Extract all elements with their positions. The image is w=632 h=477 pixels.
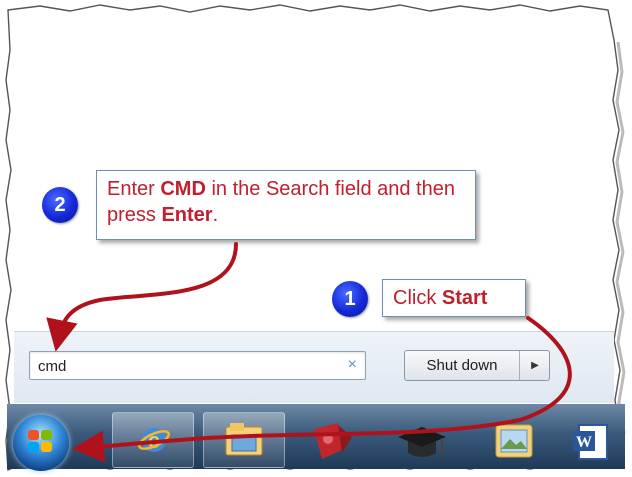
step-2-badge: 2 bbox=[42, 187, 78, 223]
shut-down-label[interactable]: Shut down bbox=[405, 351, 520, 380]
shut-down-options-arrow-icon[interactable]: ▶ bbox=[521, 351, 549, 380]
step-1-badge: 1 bbox=[332, 281, 368, 317]
callout-2-bold-enter: Enter bbox=[161, 204, 213, 226]
folder-image-icon bbox=[495, 424, 533, 458]
word-letter: W bbox=[576, 434, 592, 451]
callout-step-1: Click Start bbox=[382, 279, 526, 317]
callout-2-text-post: . bbox=[212, 204, 219, 226]
taskbar-item-word[interactable]: W bbox=[560, 412, 622, 468]
callout-2-text-pre: Enter bbox=[107, 178, 161, 200]
graduation-cap-icon bbox=[398, 427, 446, 457]
callout-step-2: Enter CMD in the Search field and then p… bbox=[96, 170, 476, 240]
search-input-value[interactable]: cmd bbox=[38, 358, 66, 375]
callout-2-bold-cmd: CMD bbox=[160, 178, 206, 200]
windows-logo-icon bbox=[28, 430, 54, 454]
windows-explorer-icon bbox=[225, 423, 263, 456]
callout-1-text-pre: Click bbox=[393, 287, 442, 309]
taskbar-item-pictures[interactable] bbox=[473, 412, 555, 468]
taskbar-item-windows-explorer[interactable] bbox=[203, 412, 285, 468]
taskbar-item-education[interactable] bbox=[383, 412, 465, 468]
search-field[interactable]: cmd × bbox=[29, 351, 366, 380]
word-icon: W bbox=[573, 424, 608, 460]
paint-bucket-icon bbox=[314, 423, 352, 459]
shut-down-button[interactable]: Shut down ▶ bbox=[404, 350, 550, 381]
callout-1-bold-start: Start bbox=[441, 287, 488, 309]
clear-search-icon[interactable]: × bbox=[348, 356, 357, 374]
taskbar-item-paint[interactable] bbox=[293, 412, 375, 468]
taskbar-item-internet-explorer[interactable]: e bbox=[112, 412, 194, 468]
internet-explorer-icon: e bbox=[138, 428, 170, 453]
